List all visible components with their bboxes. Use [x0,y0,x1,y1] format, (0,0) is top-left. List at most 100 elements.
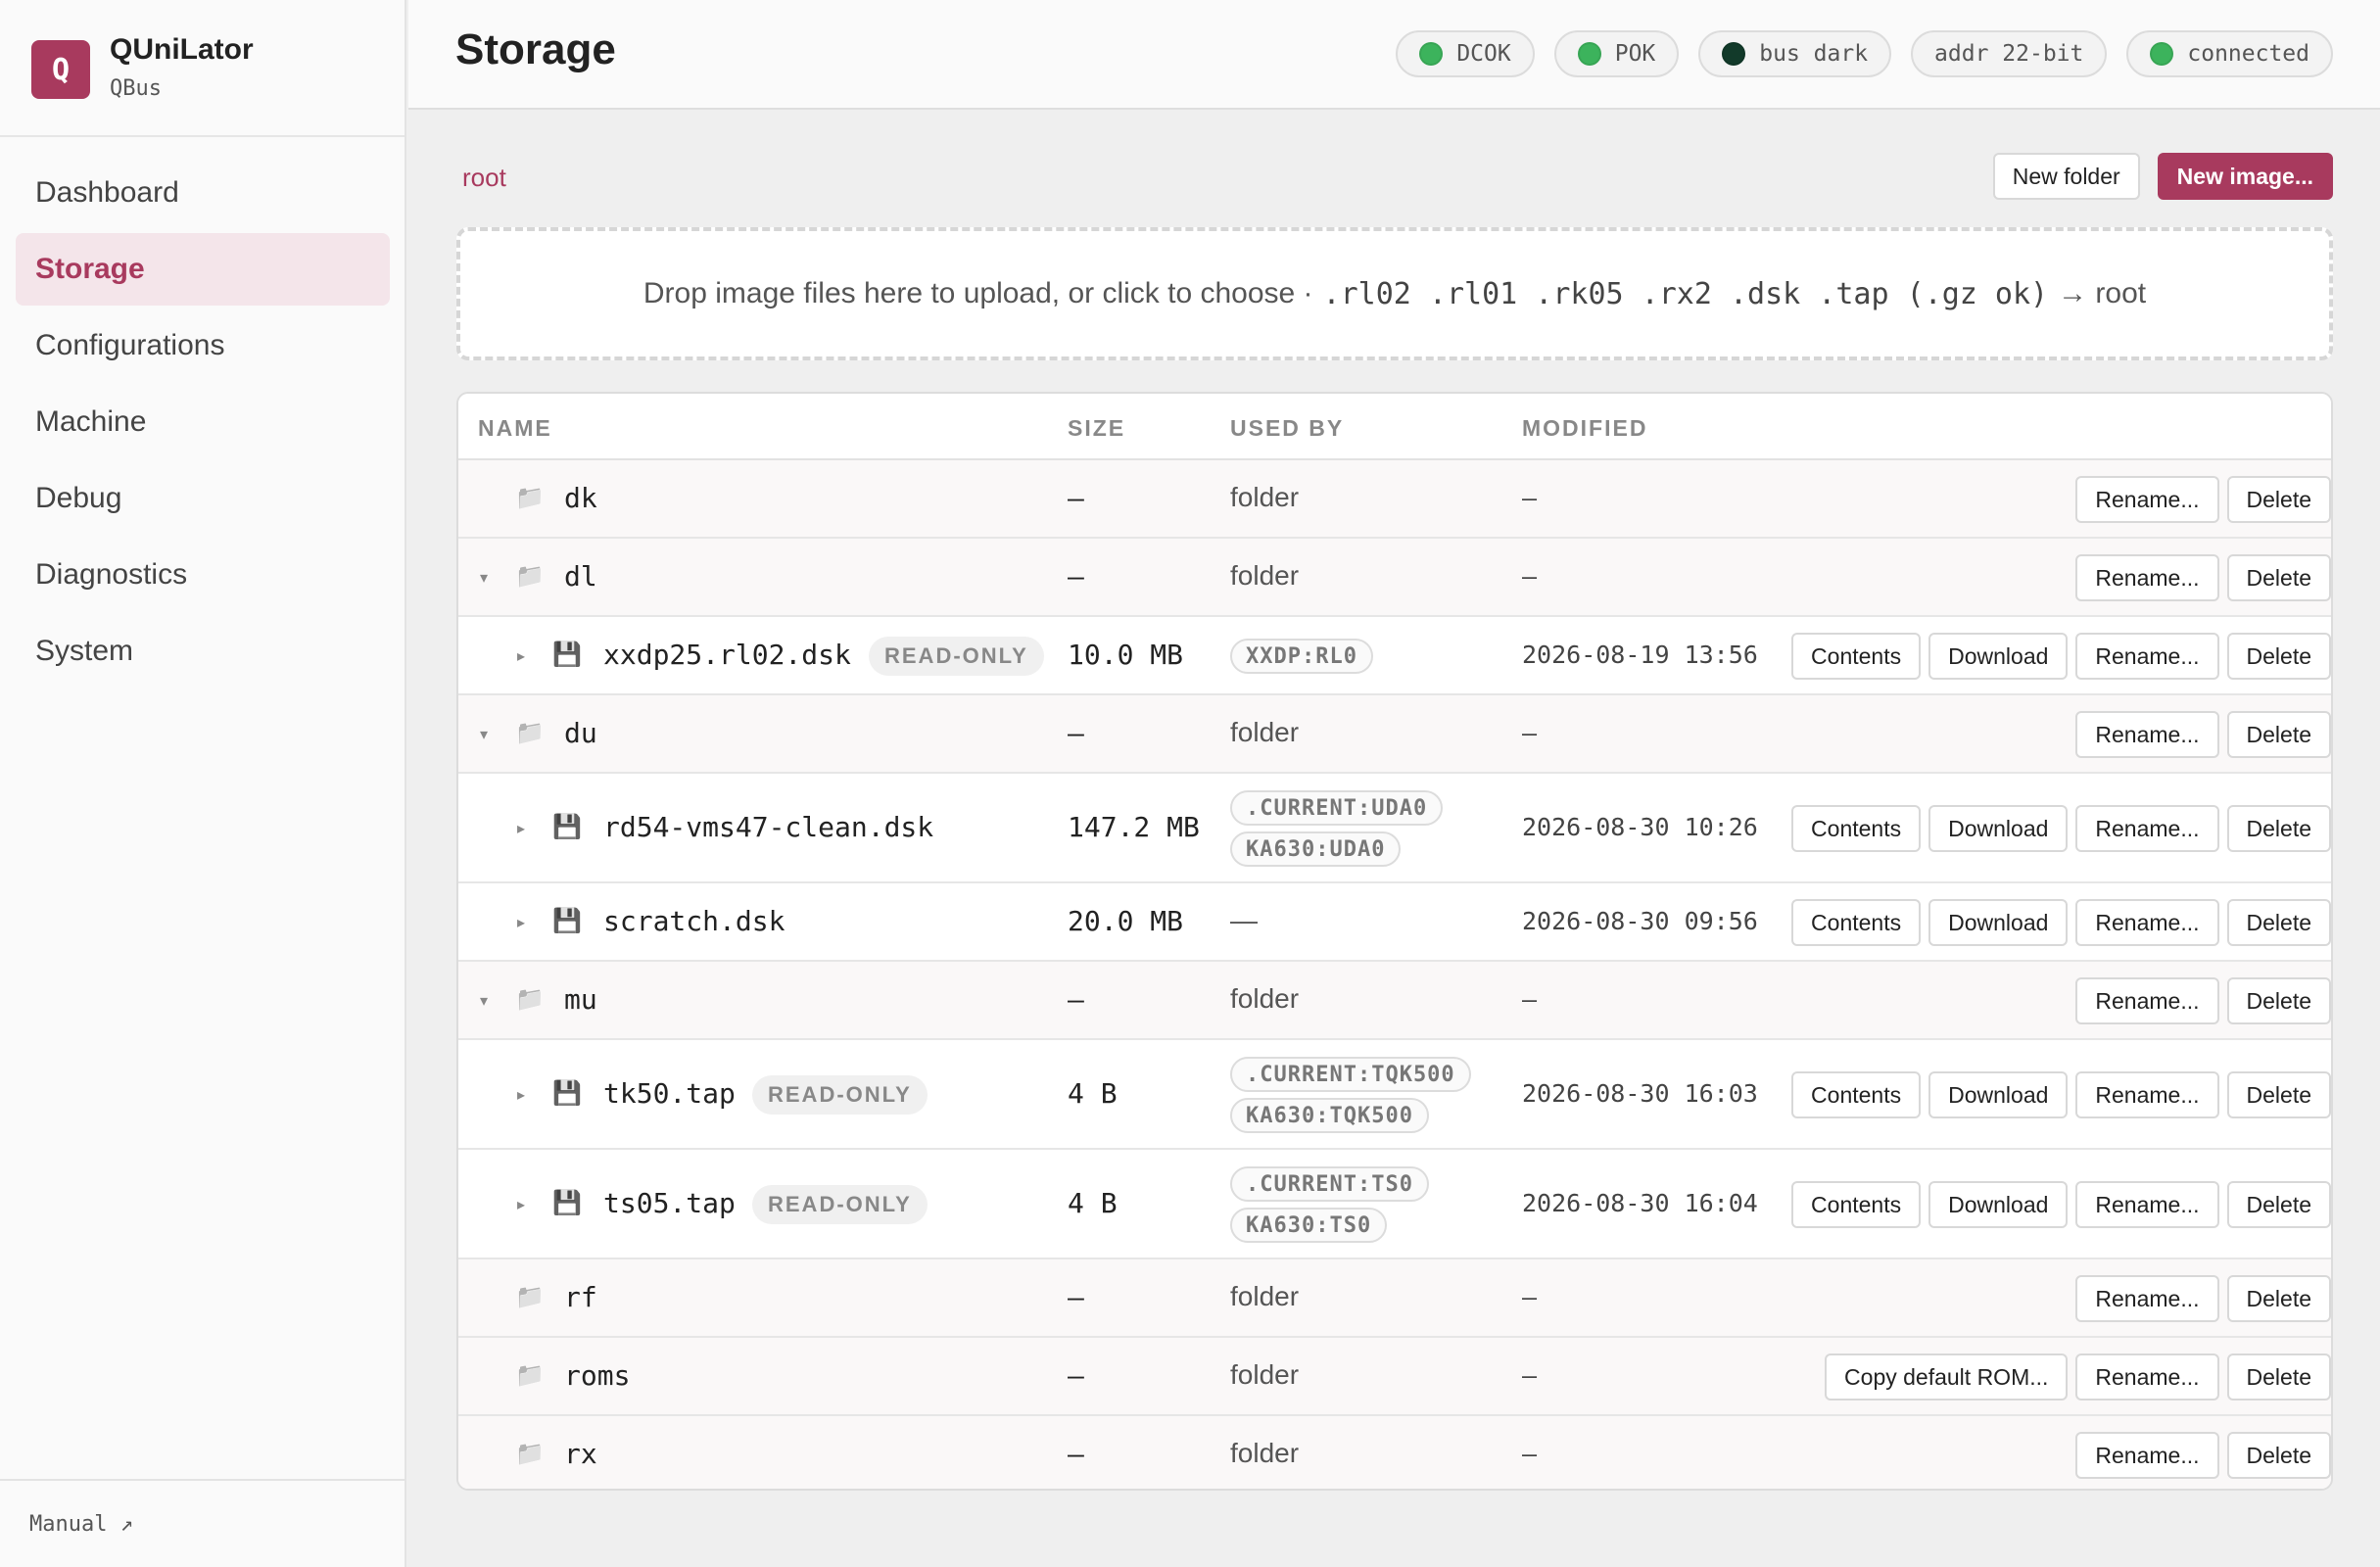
file-row[interactable]: ▸ 💾 scratch.dsk 20.0 MB — 2026-08-30 09:56 Con… [458,883,2331,962]
folder-row[interactable]: 📁 dk — folder — Rename... Delete [458,460,2331,539]
file-row[interactable]: ▸ 💾 tk50.tap READ-ONLY 4 B .CURRENT:TQK500 KA6… [458,1040,2331,1150]
file-name[interactable]: scratch.dsk [603,905,785,937]
col-name-header[interactable]: NAME [478,415,552,442]
used-by-tag: KA630:TS0 [1230,1208,1388,1243]
contents-button[interactable]: Contents [1791,805,1922,852]
file-name[interactable]: xxdp25.rl02.dsk [603,639,851,671]
rename-button[interactable]: Rename... [2075,1432,2219,1479]
col-modified-header[interactable]: MODIFIED [1522,415,1647,442]
rename-button[interactable]: Rename... [2075,1071,2219,1118]
rename-button[interactable]: Rename... [2075,711,2219,758]
contents-button[interactable]: Contents [1791,1071,1922,1118]
expand-arrow-icon[interactable]: ▸ [517,819,525,838]
breadcrumb[interactable]: root [462,163,506,193]
sidebar-item-machine[interactable]: Machine [16,386,390,458]
folder-name[interactable]: dl [564,560,597,593]
col-used-by-header[interactable]: USED BY [1230,415,1344,442]
modified-cell: — [1522,562,1538,591]
new-image-button[interactable]: New image... [2157,153,2333,200]
folder-name[interactable]: du [564,717,597,749]
size-cell: — [1068,1438,1084,1470]
contents-button[interactable]: Contents [1791,633,1922,680]
folder-row[interactable]: 📁 roms — folder — Copy default ROM... Rename..… [458,1338,2331,1416]
status-pill: addr 22-bit [1911,30,2108,77]
collapse-arrow-icon[interactable]: ▾ [480,725,488,744]
rename-button[interactable]: Rename... [2075,554,2219,601]
used-by-row: KA630:TQK500 [1230,1098,1471,1133]
folder-row[interactable]: ▾ 📁 du — folder — Rename... Delete [458,695,2331,774]
folder-icon: 📁 [515,986,545,1013]
folder-name[interactable]: rx [564,1438,597,1470]
sidebar-item-debug[interactable]: Debug [16,462,390,535]
delete-button[interactable]: Delete [2226,805,2331,852]
expand-arrow-icon[interactable]: ▸ [517,913,525,932]
delete-button[interactable]: Delete [2226,1275,2331,1322]
delete-button[interactable]: Delete [2226,633,2331,680]
delete-button[interactable]: Delete [2226,899,2331,946]
rename-button[interactable]: Rename... [2075,633,2219,680]
file-row[interactable]: ▸ 💾 ts05.tap READ-ONLY 4 B .CURRENT:TS0 KA630:… [458,1150,2331,1259]
delete-button[interactable]: Delete [2226,1432,2331,1479]
download-button[interactable]: Download [1928,805,2069,852]
rename-button[interactable]: Rename... [2075,1275,2219,1322]
delete-button[interactable]: Delete [2226,1353,2331,1401]
col-size-header[interactable]: SIZE [1068,415,1125,442]
app-logo[interactable]: Q [31,40,90,99]
folder-icon: 📁 [515,1441,545,1467]
expand-arrow-icon[interactable]: ▸ [517,1195,525,1214]
download-button[interactable]: Download [1928,1181,2069,1228]
copy-default-roms-button[interactable]: Copy default ROM... [1825,1353,2069,1401]
new-folder-button[interactable]: New folder [1992,153,2140,200]
sidebar-item-dashboard[interactable]: Dashboard [16,157,390,229]
file-row[interactable]: ▸ 💾 rd54-vms47-clean.dsk 147.2 MB .CURRENT:U… [458,774,2331,883]
expand-arrow-icon[interactable]: ▸ [517,1085,525,1105]
contents-button[interactable]: Contents [1791,1181,1922,1228]
used-by-cell: folder [1230,1359,1300,1390]
download-button[interactable]: Download [1928,1071,2069,1118]
file-name[interactable]: ts05.tap [603,1187,736,1219]
download-button[interactable]: Download [1928,633,2069,680]
file-name[interactable]: rd54-vms47-clean.dsk [603,811,933,843]
sidebar-item-storage[interactable]: Storage [16,233,390,306]
collapse-arrow-icon[interactable]: ▾ [480,991,488,1011]
sidebar-item-configurations[interactable]: Configurations [16,309,390,382]
rename-button[interactable]: Rename... [2075,1181,2219,1228]
delete-button[interactable]: Delete [2226,1071,2331,1118]
rename-button[interactable]: Rename... [2075,1353,2219,1401]
download-button[interactable]: Download [1928,899,2069,946]
row-actions: Contents Download Rename... Delete [1791,805,2331,852]
folder-row[interactable]: ▾ 📁 mu — folder — Rename... Delete [458,962,2331,1040]
contents-button[interactable]: Contents [1791,899,1922,946]
brand: Q QUniLator QBus [0,0,405,137]
modified-cell: — [1522,484,1538,512]
folder-name[interactable]: dk [564,482,597,514]
folder-name[interactable]: rf [564,1281,597,1313]
folder-row[interactable]: ▾ 📁 dl — folder — Rename... Delete [458,539,2331,617]
folder-name[interactable]: mu [564,983,597,1016]
rename-button[interactable]: Rename... [2075,899,2219,946]
folder-row[interactable]: 📁 rx — folder — Rename... Delete [458,1416,2331,1489]
delete-button[interactable]: Delete [2226,554,2331,601]
file-name[interactable]: tk50.tap [603,1077,736,1110]
expand-arrow-icon[interactable]: ▸ [517,646,525,666]
rename-button[interactable]: Rename... [2075,476,2219,523]
status-pill: bus dark [1698,30,1892,77]
sidebar-item-diagnostics[interactable]: Diagnostics [16,539,390,611]
upload-dropzone[interactable]: Drop image files here to upload, or clic… [456,227,2333,360]
delete-button[interactable]: Delete [2226,711,2331,758]
delete-button[interactable]: Delete [2226,1181,2331,1228]
folder-name[interactable]: roms [564,1359,630,1392]
folder-icon: 📁 [515,1284,545,1310]
collapse-arrow-icon[interactable]: ▾ [480,568,488,588]
rename-button[interactable]: Rename... [2075,805,2219,852]
used-by-cell: folder [1230,1281,1300,1311]
rename-button[interactable]: Rename... [2075,977,2219,1024]
delete-button[interactable]: Delete [2226,977,2331,1024]
sidebar-item-system[interactable]: System [16,615,390,688]
used-by-cell: — [1230,905,1258,935]
file-row[interactable]: ▸ 💾 xxdp25.rl02.dsk READ-ONLY 10.0 MB XXDP:RL… [458,617,2331,695]
modified-cell: — [1522,985,1538,1014]
delete-button[interactable]: Delete [2226,476,2331,523]
manual-link[interactable]: Manual ↗ [0,1479,405,1567]
folder-row[interactable]: 📁 rf — folder — Rename... Delete [458,1259,2331,1338]
